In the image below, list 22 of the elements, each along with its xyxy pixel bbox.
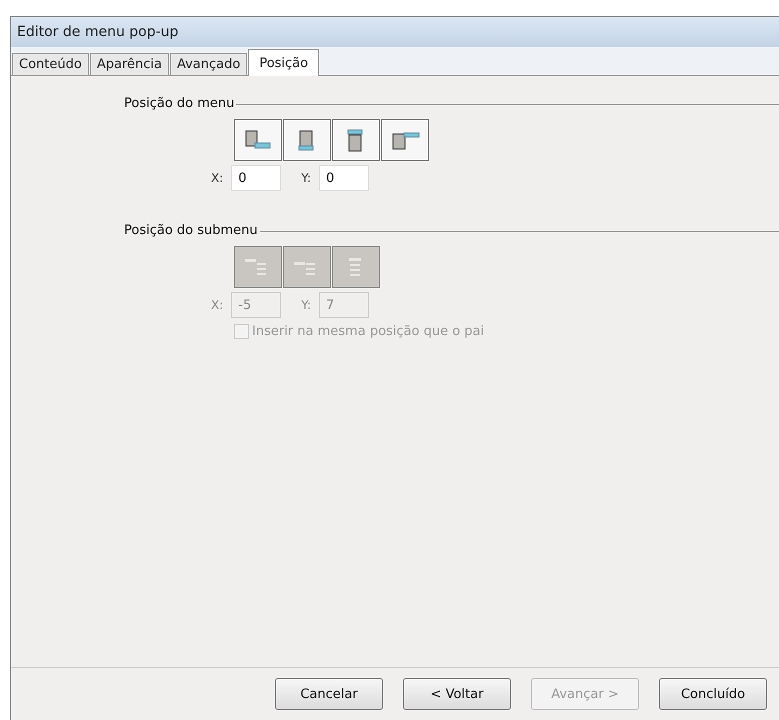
x-label: X: [211,298,224,312]
menu-position-icon [243,128,273,152]
position-option-button[interactable] [234,119,282,161]
position-option-button[interactable] [332,119,380,161]
y-label: Y: [301,171,312,185]
tab[interactable]: Aparência [90,53,169,75]
x-label: X: [211,171,224,185]
x-field[interactable]: 0 [231,165,282,191]
position-option-button[interactable] [283,119,331,161]
tab[interactable]: Posição [248,49,320,76]
dialog-button[interactable]: Cancelar [275,678,383,710]
position-option-button[interactable] [381,119,429,161]
window-title: Editor de menu pop-up [11,17,779,47]
dialog-button[interactable]: Concluído [659,678,767,710]
group-title: Posição do menu [124,96,234,111]
tab[interactable]: Avançado [170,53,248,75]
checkbox-label: Inserir na mesma posição que o pai [252,324,484,339]
dialog-button[interactable]: < Voltar [403,678,511,710]
y-label: Y: [301,298,312,312]
group-title: Posição do submenu [124,223,258,238]
tab[interactable]: Conteúdo [12,53,89,75]
y-field[interactable]: 0 [319,165,370,191]
